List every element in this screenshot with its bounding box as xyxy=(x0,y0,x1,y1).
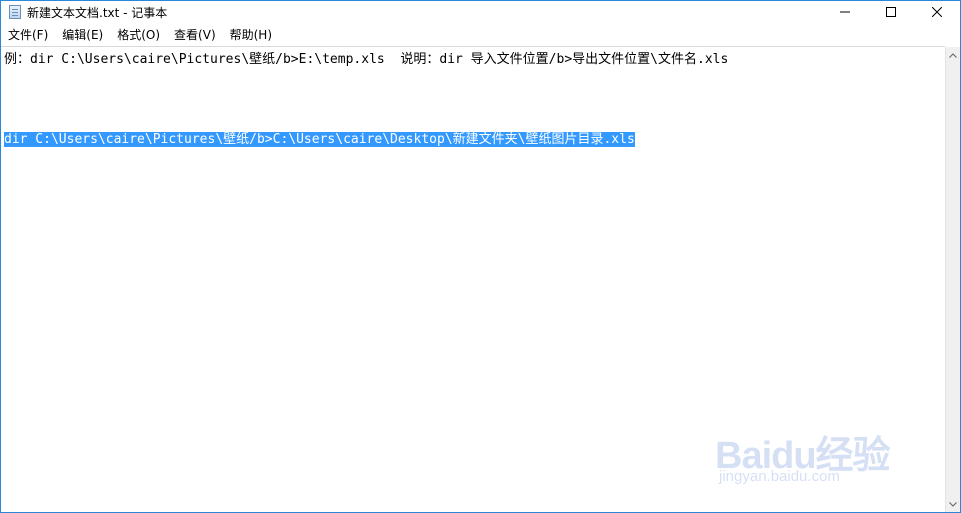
menu-view[interactable]: 查看(V) xyxy=(167,25,223,45)
text-line-example[interactable]: 例：dir C:\Users\caire\Pictures\壁纸/b>E:\te… xyxy=(4,52,728,68)
menu-file[interactable]: 文件(F) xyxy=(1,25,55,45)
chevron-down-icon xyxy=(949,501,957,507)
maximize-button[interactable] xyxy=(868,1,914,23)
text-editor-area[interactable]: 例：dir C:\Users\caire\Pictures\壁纸/b>E:\te… xyxy=(1,46,945,512)
watermark-url: jingyan.baidu.com xyxy=(719,468,840,485)
menu-edit[interactable]: 编辑(E) xyxy=(55,25,110,45)
chevron-up-icon xyxy=(949,52,957,58)
scroll-down-button[interactable] xyxy=(946,496,960,512)
minimize-icon xyxy=(840,11,850,13)
close-icon xyxy=(932,7,942,17)
menu-bar: 文件(F) 编辑(E) 格式(O) 查看(V) 帮助(H) xyxy=(1,25,960,45)
close-button[interactable] xyxy=(914,1,960,23)
notepad-window: 新建文本文档.txt - 记事本 文件(F) 编辑(E) 格式(O) 查看(V)… xyxy=(0,0,961,513)
baidu-watermark: Baidu经验 jingyan.baidu.com xyxy=(715,410,905,490)
selected-text-command[interactable]: dir C:\Users\caire\Pictures\壁纸/b>C:\User… xyxy=(4,132,635,147)
window-controls xyxy=(822,1,960,23)
maximize-icon xyxy=(886,7,896,17)
title-bar[interactable]: 新建文本文档.txt - 记事本 xyxy=(1,1,960,23)
menu-format[interactable]: 格式(O) xyxy=(110,25,167,45)
vertical-scrollbar[interactable] xyxy=(945,47,960,512)
scroll-up-button[interactable] xyxy=(946,47,960,63)
notepad-icon[interactable] xyxy=(9,5,21,19)
menu-help[interactable]: 帮助(H) xyxy=(223,25,279,45)
window-title: 新建文本文档.txt - 记事本 xyxy=(27,5,168,20)
minimize-button[interactable] xyxy=(822,1,868,23)
